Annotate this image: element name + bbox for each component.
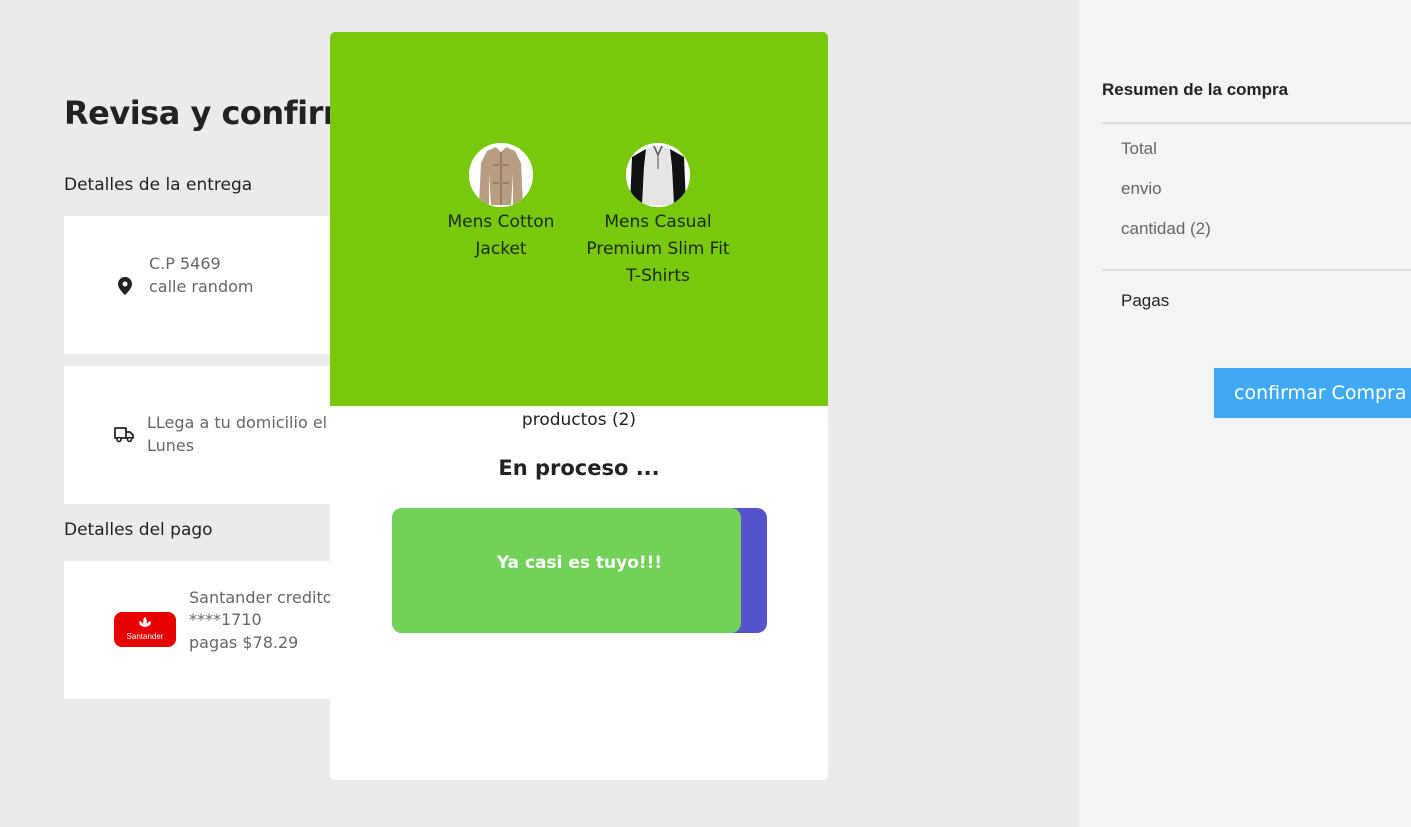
summary-divider — [1102, 269, 1411, 271]
summary-row-quantity: cantidad (2) — [1121, 219, 1211, 238]
progress-label: Ya casi es tuyo!!! — [496, 553, 663, 573]
payment-card[interactable]: Santander Santander credito ****1710 pag… — [64, 561, 344, 699]
location-pin-icon — [118, 277, 132, 299]
product-thumbnail — [626, 143, 690, 207]
product-item: Mens Cotton Jacket — [440, 143, 562, 263]
summary-row-shipping: envio — [1121, 179, 1162, 198]
postal-code: C.P 5469 — [149, 254, 221, 273]
summary-row-total: Total — [1121, 139, 1157, 158]
progress-bar: Ya casi es tuyo!!! — [392, 508, 767, 633]
truck-icon — [114, 426, 135, 447]
santander-logo-text: Santander — [126, 632, 164, 641]
card-number: ****1710 — [189, 610, 262, 629]
bank-name: Santander credito — [189, 588, 333, 607]
summary-divider — [1102, 122, 1411, 124]
products-count: productos (2) — [521, 410, 637, 430]
shipping-card[interactable]: LLega a tu domicilio el Lunes — [64, 366, 344, 504]
processing-status: En proceso ... — [498, 456, 660, 480]
product-name: Mens Cotton Jacket — [447, 212, 555, 259]
delivery-line-1: LLega a tu domicilio el — [147, 413, 328, 432]
payment-section-label: Detalles del pago — [64, 520, 213, 540]
summary-title: Resumen de la compra — [1102, 80, 1289, 99]
processing-modal: Mens Cotton Jacket Mens Casual Premium S… — [330, 32, 828, 780]
purchase-summary: Resumen de la compra Total envio cantida… — [1079, 0, 1411, 827]
delivery-section-label: Detalles de la entrega — [64, 175, 253, 195]
address-card[interactable]: C.P 5469 calle random — [64, 216, 344, 354]
product-name: Mens Casual Premium Slim Fit T-Shirts — [586, 212, 730, 286]
product-thumbnail — [469, 143, 533, 207]
santander-logo: Santander — [114, 612, 176, 647]
street-address: calle random — [149, 277, 254, 296]
payment-amount: pagas $78.29 — [189, 633, 299, 652]
confirm-purchase-button[interactable]: confirmar Compra — [1214, 368, 1411, 418]
product-item: Mens Casual Premium Slim Fit T-Shirts — [578, 143, 738, 290]
summary-row-pay: Pagas — [1121, 291, 1170, 310]
delivery-line-2: Lunes — [147, 436, 195, 455]
modal-header: Mens Cotton Jacket Mens Casual Premium S… — [330, 32, 828, 406]
